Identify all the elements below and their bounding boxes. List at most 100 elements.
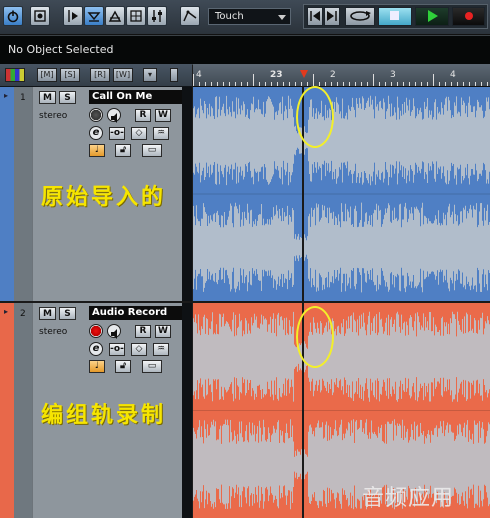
- project-window-icon[interactable]: [30, 6, 50, 26]
- track-name[interactable]: Audio Record: [89, 306, 182, 320]
- main-toolbar: Touch: [0, 0, 490, 35]
- ruler-tick: [439, 82, 440, 86]
- monitor-icon[interactable]: [107, 324, 121, 339]
- sends-icon[interactable]: ♒: [153, 127, 169, 140]
- ruler-tick: [475, 82, 476, 86]
- track-1-header[interactable]: ▸ 1 M S Call On Me stereo R W e -o- ◇ ♒ …: [0, 87, 192, 301]
- chevron-down-icon: [278, 15, 286, 20]
- track-1-audio-event[interactable]: [193, 87, 490, 301]
- mixer-icon[interactable]: [147, 6, 167, 26]
- musical-timebase-icon[interactable]: ♩: [89, 360, 105, 373]
- grid-icon[interactable]: [126, 6, 146, 26]
- insert-fx-icon[interactable]: -o-: [109, 127, 125, 140]
- solo-button[interactable]: S: [59, 91, 76, 104]
- selection-status: No Object Selected: [8, 43, 114, 56]
- ruler-tick: [367, 82, 368, 86]
- goto-start-icon[interactable]: [307, 7, 323, 26]
- ruler-tick: [421, 82, 422, 86]
- ruler-tick: [463, 82, 464, 86]
- ruler-tick: [235, 82, 236, 86]
- expand-icon[interactable]: ▸: [4, 91, 8, 100]
- ruler-tick: [343, 82, 344, 86]
- cycle-loop-icon[interactable]: [345, 7, 375, 26]
- power-icon[interactable]: [3, 6, 23, 26]
- ruler-tick: [265, 82, 266, 86]
- watermark-text: 音频应用: [362, 486, 455, 511]
- global-mute-icon[interactable]: [M]: [37, 68, 57, 82]
- write-button[interactable]: W: [155, 325, 171, 338]
- ruler-tick: [289, 82, 290, 86]
- ruler-tick: [283, 82, 284, 86]
- autoscroll-icon[interactable]: [84, 6, 104, 26]
- global-solo-icon[interactable]: [S]: [60, 68, 80, 82]
- ruler-tick: [259, 82, 260, 86]
- insert-fx-icon[interactable]: -o-: [109, 343, 125, 356]
- ruler-tick: [403, 82, 404, 86]
- track-name[interactable]: Call On Me: [89, 90, 182, 104]
- automation-curve-icon[interactable]: [180, 6, 200, 26]
- goto-end-icon[interactable]: [324, 7, 340, 26]
- automation-mode-select[interactable]: Touch: [208, 8, 291, 25]
- annotation-label: 原始导入的: [41, 184, 167, 210]
- ruler-tick: [385, 82, 386, 86]
- ruler-tick: [199, 82, 200, 86]
- musical-timebase-icon[interactable]: ♩: [89, 144, 105, 157]
- ruler-label: 23: [270, 70, 283, 80]
- eq-icon[interactable]: ◇: [131, 127, 147, 140]
- read-button[interactable]: R: [135, 325, 151, 338]
- project-cursor[interactable]: [302, 86, 304, 518]
- track-2-header[interactable]: ▸ 2 M S Audio Record stereo R W e -o- ◇ …: [0, 303, 192, 518]
- track-inspector: M S Call On Me stereo R W e -o- ◇ ♒ ♩ 🔓︎…: [32, 87, 183, 301]
- edit-channel-button[interactable]: e: [89, 342, 103, 356]
- monitor-icon[interactable]: [107, 108, 121, 123]
- track-number: 1: [20, 93, 26, 103]
- record-icon[interactable]: [452, 7, 485, 26]
- channel-config: stereo: [39, 327, 68, 337]
- ruler-tick: [295, 82, 296, 86]
- track-colors-icon[interactable]: [5, 68, 25, 82]
- play-icon[interactable]: [415, 7, 449, 26]
- edit-channel-button[interactable]: e: [89, 126, 103, 140]
- ruler-tick: [211, 82, 212, 86]
- timeline-ruler[interactable]: 4 23 2 3 4: [193, 64, 490, 87]
- ruler-tick: [355, 82, 356, 86]
- ruler-tick: [379, 82, 380, 86]
- snap-icon[interactable]: [105, 6, 125, 26]
- expand-icon[interactable]: ▸: [4, 307, 8, 316]
- record-enable-icon[interactable]: [89, 324, 103, 338]
- ruler-tick: [409, 82, 410, 86]
- ruler-tick: [229, 82, 230, 86]
- ruler-label: 2: [330, 70, 336, 80]
- ruler-tick: [349, 82, 350, 86]
- global-read-icon[interactable]: [R]: [90, 68, 110, 82]
- ruler-tick: [361, 82, 362, 86]
- global-write-icon[interactable]: [W]: [113, 68, 133, 82]
- ruler-tick: [313, 74, 314, 86]
- lock-icon[interactable]: 🔓︎: [115, 144, 131, 157]
- track-inspector: M S Audio Record stereo R W e -o- ◇ ♒ ♩ …: [32, 303, 183, 518]
- mute-button[interactable]: M: [39, 307, 56, 320]
- ruler-label: 3: [390, 70, 396, 80]
- highlight-circle: [296, 86, 334, 148]
- sends-icon[interactable]: ♒: [153, 343, 169, 356]
- track-scroll-edge: [182, 87, 192, 301]
- lock-icon[interactable]: 🔓︎: [115, 360, 131, 373]
- lanes-icon[interactable]: ▭: [142, 360, 162, 373]
- ruler-tick: [445, 82, 446, 86]
- mute-button[interactable]: M: [39, 91, 56, 104]
- stop-icon[interactable]: [378, 7, 412, 26]
- record-enable-icon[interactable]: [89, 108, 103, 122]
- chevron-down-icon[interactable]: ▾: [143, 68, 157, 82]
- highlight-circle: [296, 306, 334, 368]
- read-button[interactable]: R: [135, 109, 151, 122]
- solo-button[interactable]: S: [59, 307, 76, 320]
- lanes-icon[interactable]: ▭: [142, 144, 162, 157]
- ruler-tick: [397, 82, 398, 86]
- write-button[interactable]: W: [155, 109, 171, 122]
- eq-icon[interactable]: ◇: [131, 343, 147, 356]
- cursor-tool-icon[interactable]: [63, 6, 83, 26]
- cursor-marker-icon[interactable]: [300, 70, 308, 78]
- ruler-tick: [253, 74, 254, 86]
- track-number: 2: [20, 309, 26, 319]
- ruler-label: 4: [450, 70, 456, 80]
